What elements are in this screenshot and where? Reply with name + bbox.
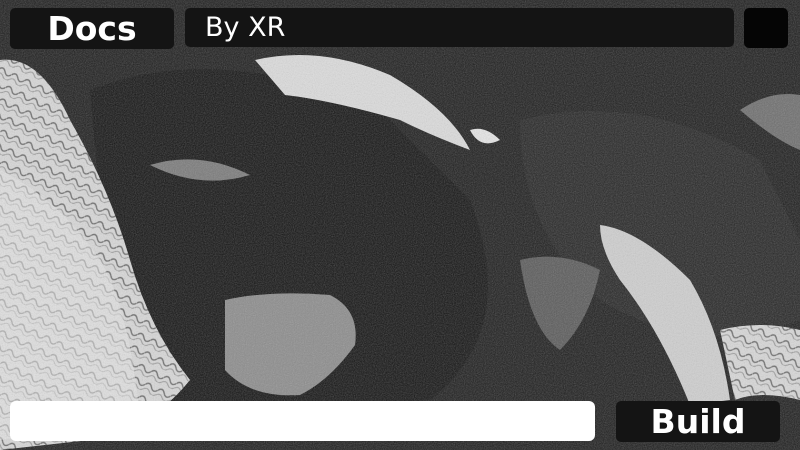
author-bar: By XR xyxy=(185,8,734,47)
background-rock-image xyxy=(0,0,800,450)
author-text: By XR xyxy=(205,12,286,43)
docs-label: Docs xyxy=(47,9,137,48)
square-button[interactable] xyxy=(744,8,788,48)
build-button[interactable]: Build xyxy=(616,401,780,442)
build-label: Build xyxy=(650,402,746,441)
docs-button[interactable]: Docs xyxy=(10,8,174,49)
prompt-input[interactable] xyxy=(10,401,595,441)
